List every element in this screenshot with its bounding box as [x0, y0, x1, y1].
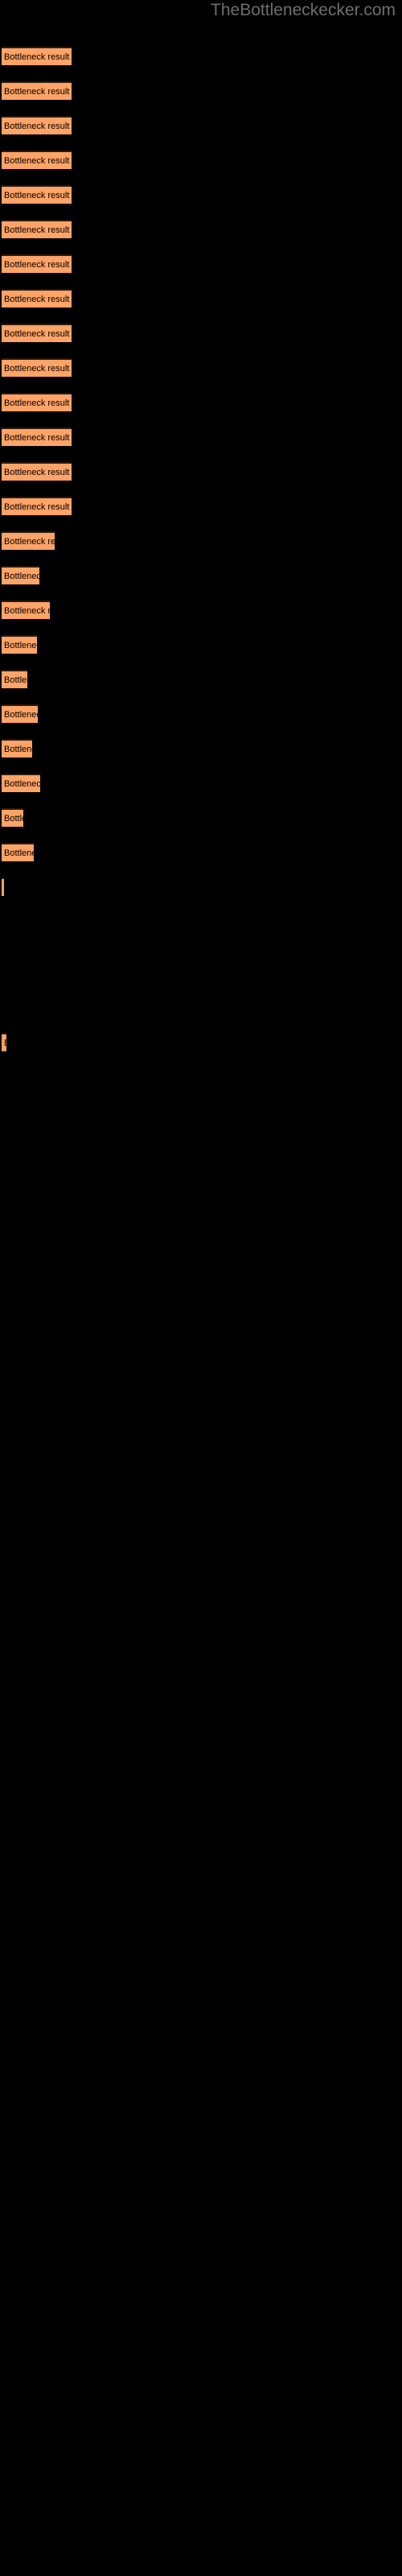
bar-label-22: Bottleneck result — [4, 779, 40, 789]
bar-label-18: Bottleneck result — [4, 641, 37, 650]
bar-9: Bottleneck result — [2, 324, 72, 342]
bar-label-1: Bottleneck result — [4, 52, 70, 62]
bar-8: Bottleneck result — [2, 289, 72, 308]
bar-20: Bottleneck result — [2, 704, 38, 723]
bar-3: Bottleneck result — [2, 116, 72, 134]
bar-16: Bottleneck result — [2, 566, 39, 584]
bar-24: Bottleneck result — [2, 843, 34, 861]
bar-15: Bottleneck result — [2, 531, 55, 550]
bar-13: Bottleneck result — [2, 462, 72, 481]
bar-label-13: Bottleneck result — [4, 468, 70, 477]
bar-1: Bottleneck result — [2, 47, 72, 65]
bar-14: Bottleneck result — [2, 497, 72, 515]
bar-label-23: Bottleneck result — [4, 814, 23, 824]
bottleneck-chart-root: TheBottleneckecker.com Bottleneck result… — [0, 0, 402, 2576]
bar-26: Bottleneck result — [2, 1033, 6, 1051]
bar-25: Bottleneck result — [2, 877, 4, 896]
bar-series-layer: Bottleneck result Bottleneck result Bottle… — [0, 0, 402, 2576]
bar-17: Bottleneck result — [2, 601, 50, 619]
bar-4: Bottleneck result — [2, 151, 72, 169]
bar-label-10: Bottleneck result — [4, 364, 70, 374]
bar-18: Bottleneck result — [2, 635, 37, 654]
bar-21: Bottleneck result — [2, 739, 32, 758]
bar-label-12: Bottleneck result — [4, 433, 70, 443]
bar-label-24: Bottleneck result — [4, 848, 34, 858]
bar-label-19: Bottleneck result — [4, 675, 27, 685]
bar-6: Bottleneck result — [2, 220, 72, 238]
bar-label-9: Bottleneck result — [4, 329, 70, 339]
bar-5: Bottleneck result — [2, 185, 72, 204]
bar-label-2: Bottleneck result — [4, 87, 70, 97]
bar-label-26: Bottleneck result — [4, 1036, 6, 1051]
bar-19: Bottleneck result — [2, 670, 27, 688]
bar-2: Bottleneck result — [2, 81, 72, 100]
bar-label-16: Bottleneck result — [4, 572, 39, 581]
bar-23: Bottleneck result — [2, 808, 23, 827]
bar-10: Bottleneck result — [2, 358, 72, 377]
bar-label-15: Bottleneck result — [4, 537, 55, 547]
bar-label-17: Bottleneck result — [4, 606, 50, 616]
bar-22: Bottleneck result — [2, 774, 40, 792]
bar-label-6: Bottleneck result — [4, 225, 70, 235]
bar-label-11: Bottleneck result — [4, 398, 70, 408]
bar-label-8: Bottleneck result — [4, 295, 70, 304]
bar-7: Bottleneck result — [2, 254, 72, 273]
bar-12: Bottleneck result — [2, 427, 72, 446]
bar-11: Bottleneck result — [2, 393, 72, 411]
bar-label-3: Bottleneck result — [4, 122, 70, 131]
bar-label-7: Bottleneck result — [4, 260, 70, 270]
bar-label-20: Bottleneck result — [4, 710, 38, 720]
bar-label-4: Bottleneck result — [4, 156, 70, 166]
bar-label-21: Bottleneck result — [4, 745, 32, 754]
bar-label-5: Bottleneck result — [4, 191, 70, 200]
bar-label-14: Bottleneck result — [4, 502, 70, 512]
